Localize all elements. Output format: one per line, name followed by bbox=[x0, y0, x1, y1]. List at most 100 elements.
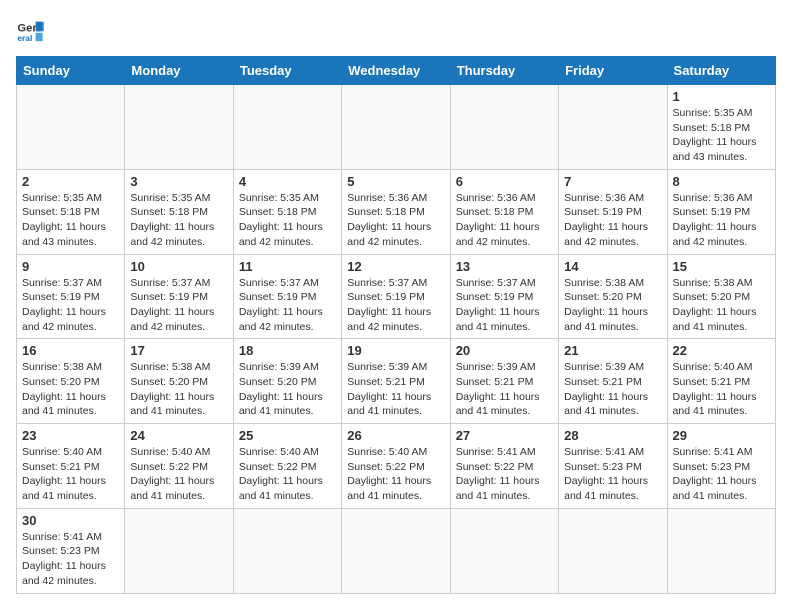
calendar-cell: 3Sunrise: 5:35 AM Sunset: 5:18 PM Daylig… bbox=[125, 169, 233, 254]
day-info: Sunrise: 5:36 AM Sunset: 5:19 PM Dayligh… bbox=[673, 191, 770, 250]
calendar-cell bbox=[559, 85, 667, 170]
day-number: 13 bbox=[456, 259, 553, 274]
day-number: 30 bbox=[22, 513, 119, 528]
calendar-cell: 11 Sunrise: 5:37 AM Sunset: 5:19 PM Dayli… bbox=[233, 254, 341, 339]
day-info: Sunrise: 5:37 AM Sunset: 5:19 PM Dayligh… bbox=[22, 276, 119, 335]
calendar-cell: 9 Sunrise: 5:37 AM Sunset: 5:19 PM Daylig… bbox=[17, 254, 125, 339]
calendar-cell: 19 Sunrise: 5:39 AM Sunset: 5:21 PM Dayli… bbox=[342, 339, 450, 424]
day-number: 9 bbox=[22, 259, 119, 274]
day-number: 12 bbox=[347, 259, 444, 274]
day-number: 3 bbox=[130, 174, 227, 189]
calendar-cell: 27Sunrise: 5:41 AM Sunset: 5:22 PM Dayli… bbox=[450, 424, 558, 509]
logo-icon: Gen eral bbox=[16, 16, 44, 44]
calendar-cell bbox=[342, 85, 450, 170]
day-info: Sunrise: 5:35 AM Sunset: 5:18 PM Dayligh… bbox=[239, 191, 336, 250]
calendar-cell: 6 Sunrise: 5:36 AM Sunset: 5:18 PM Daylig… bbox=[450, 169, 558, 254]
calendar-cell: 16Sunrise: 5:38 AM Sunset: 5:20 PM Dayli… bbox=[17, 339, 125, 424]
week-row-5: 23Sunrise: 5:40 AM Sunset: 5:21 PM Dayli… bbox=[17, 424, 776, 509]
calendar-cell: 24 Sunrise: 5:40 AM Sunset: 5:22 PM Dayli… bbox=[125, 424, 233, 509]
header-row: SundayMondayTuesdayWednesdayThursdayFrid… bbox=[17, 57, 776, 85]
day-number: 18 bbox=[239, 343, 336, 358]
calendar-cell: 4 Sunrise: 5:35 AM Sunset: 5:18 PM Daylig… bbox=[233, 169, 341, 254]
day-info: Sunrise: 5:41 AM Sunset: 5:23 PM Dayligh… bbox=[564, 445, 661, 504]
calendar-table: SundayMondayTuesdayWednesdayThursdayFrid… bbox=[16, 56, 776, 594]
calendar-cell bbox=[450, 85, 558, 170]
day-info: Sunrise: 5:36 AM Sunset: 5:19 PM Dayligh… bbox=[564, 191, 661, 250]
day-number: 4 bbox=[239, 174, 336, 189]
calendar-cell: 2 Sunrise: 5:35 AM Sunset: 5:18 PM Daylig… bbox=[17, 169, 125, 254]
day-header-friday: Friday bbox=[559, 57, 667, 85]
day-info: Sunrise: 5:38 AM Sunset: 5:20 PM Dayligh… bbox=[564, 276, 661, 335]
calendar-cell: 20 Sunrise: 5:39 AM Sunset: 5:21 PM Dayli… bbox=[450, 339, 558, 424]
day-number: 24 bbox=[130, 428, 227, 443]
calendar-cell bbox=[342, 508, 450, 593]
day-info: Sunrise: 5:39 AM Sunset: 5:21 PM Dayligh… bbox=[456, 360, 553, 419]
day-number: 29 bbox=[673, 428, 770, 443]
day-number: 10 bbox=[130, 259, 227, 274]
day-number: 5 bbox=[347, 174, 444, 189]
day-number: 22 bbox=[673, 343, 770, 358]
calendar-cell: 13 Sunrise: 5:37 AM Sunset: 5:19 PM Dayli… bbox=[450, 254, 558, 339]
calendar-cell: 28 Sunrise: 5:41 AM Sunset: 5:23 PM Dayli… bbox=[559, 424, 667, 509]
day-number: 28 bbox=[564, 428, 661, 443]
day-info: Sunrise: 5:40 AM Sunset: 5:22 PM Dayligh… bbox=[347, 445, 444, 504]
week-row-3: 9 Sunrise: 5:37 AM Sunset: 5:19 PM Daylig… bbox=[17, 254, 776, 339]
calendar-cell: 7Sunrise: 5:36 AM Sunset: 5:19 PM Daylig… bbox=[559, 169, 667, 254]
week-row-1: 1 Sunrise: 5:35 AM Sunset: 5:18 PM Daylig… bbox=[17, 85, 776, 170]
day-number: 26 bbox=[347, 428, 444, 443]
day-info: Sunrise: 5:40 AM Sunset: 5:22 PM Dayligh… bbox=[239, 445, 336, 504]
calendar-cell: 29 Sunrise: 5:41 AM Sunset: 5:23 PM Dayli… bbox=[667, 424, 775, 509]
calendar-cell: 8 Sunrise: 5:36 AM Sunset: 5:19 PM Daylig… bbox=[667, 169, 775, 254]
calendar-cell: 5Sunrise: 5:36 AM Sunset: 5:18 PM Daylig… bbox=[342, 169, 450, 254]
week-row-6: 30 Sunrise: 5:41 AM Sunset: 5:23 PM Dayli… bbox=[17, 508, 776, 593]
day-info: Sunrise: 5:39 AM Sunset: 5:21 PM Dayligh… bbox=[347, 360, 444, 419]
logo: Gen eral bbox=[16, 16, 48, 44]
day-number: 15 bbox=[673, 259, 770, 274]
day-header-sunday: Sunday bbox=[17, 57, 125, 85]
day-header-saturday: Saturday bbox=[667, 57, 775, 85]
day-number: 2 bbox=[22, 174, 119, 189]
day-info: Sunrise: 5:37 AM Sunset: 5:19 PM Dayligh… bbox=[456, 276, 553, 335]
svg-text:eral: eral bbox=[17, 33, 32, 43]
day-info: Sunrise: 5:39 AM Sunset: 5:20 PM Dayligh… bbox=[239, 360, 336, 419]
day-number: 11 bbox=[239, 259, 336, 274]
calendar-cell: 12Sunrise: 5:37 AM Sunset: 5:19 PM Dayli… bbox=[342, 254, 450, 339]
day-info: Sunrise: 5:35 AM Sunset: 5:18 PM Dayligh… bbox=[22, 191, 119, 250]
calendar-cell bbox=[125, 85, 233, 170]
day-number: 19 bbox=[347, 343, 444, 358]
calendar-cell: 25 Sunrise: 5:40 AM Sunset: 5:22 PM Dayli… bbox=[233, 424, 341, 509]
day-number: 17 bbox=[130, 343, 227, 358]
day-info: Sunrise: 5:40 AM Sunset: 5:22 PM Dayligh… bbox=[130, 445, 227, 504]
day-info: Sunrise: 5:35 AM Sunset: 5:18 PM Dayligh… bbox=[673, 106, 770, 165]
calendar-cell bbox=[125, 508, 233, 593]
day-info: Sunrise: 5:40 AM Sunset: 5:21 PM Dayligh… bbox=[673, 360, 770, 419]
day-info: Sunrise: 5:38 AM Sunset: 5:20 PM Dayligh… bbox=[673, 276, 770, 335]
day-header-wednesday: Wednesday bbox=[342, 57, 450, 85]
calendar-cell bbox=[233, 85, 341, 170]
header: Gen eral bbox=[16, 16, 776, 44]
day-info: Sunrise: 5:38 AM Sunset: 5:20 PM Dayligh… bbox=[130, 360, 227, 419]
day-number: 6 bbox=[456, 174, 553, 189]
calendar-cell: 30 Sunrise: 5:41 AM Sunset: 5:23 PM Dayli… bbox=[17, 508, 125, 593]
day-number: 25 bbox=[239, 428, 336, 443]
calendar-cell bbox=[17, 85, 125, 170]
day-number: 1 bbox=[673, 89, 770, 104]
calendar-cell bbox=[559, 508, 667, 593]
calendar-cell: 1 Sunrise: 5:35 AM Sunset: 5:18 PM Daylig… bbox=[667, 85, 775, 170]
day-number: 8 bbox=[673, 174, 770, 189]
day-header-thursday: Thursday bbox=[450, 57, 558, 85]
day-number: 16 bbox=[22, 343, 119, 358]
day-number: 14 bbox=[564, 259, 661, 274]
calendar-cell: 15 Sunrise: 5:38 AM Sunset: 5:20 PM Dayli… bbox=[667, 254, 775, 339]
calendar-cell: 21 Sunrise: 5:39 AM Sunset: 5:21 PM Dayli… bbox=[559, 339, 667, 424]
day-info: Sunrise: 5:39 AM Sunset: 5:21 PM Dayligh… bbox=[564, 360, 661, 419]
day-info: Sunrise: 5:41 AM Sunset: 5:23 PM Dayligh… bbox=[673, 445, 770, 504]
day-info: Sunrise: 5:41 AM Sunset: 5:23 PM Dayligh… bbox=[22, 530, 119, 589]
day-number: 27 bbox=[456, 428, 553, 443]
calendar-cell bbox=[667, 508, 775, 593]
day-info: Sunrise: 5:36 AM Sunset: 5:18 PM Dayligh… bbox=[456, 191, 553, 250]
day-number: 23 bbox=[22, 428, 119, 443]
day-number: 20 bbox=[456, 343, 553, 358]
day-number: 21 bbox=[564, 343, 661, 358]
day-info: Sunrise: 5:37 AM Sunset: 5:19 PM Dayligh… bbox=[239, 276, 336, 335]
